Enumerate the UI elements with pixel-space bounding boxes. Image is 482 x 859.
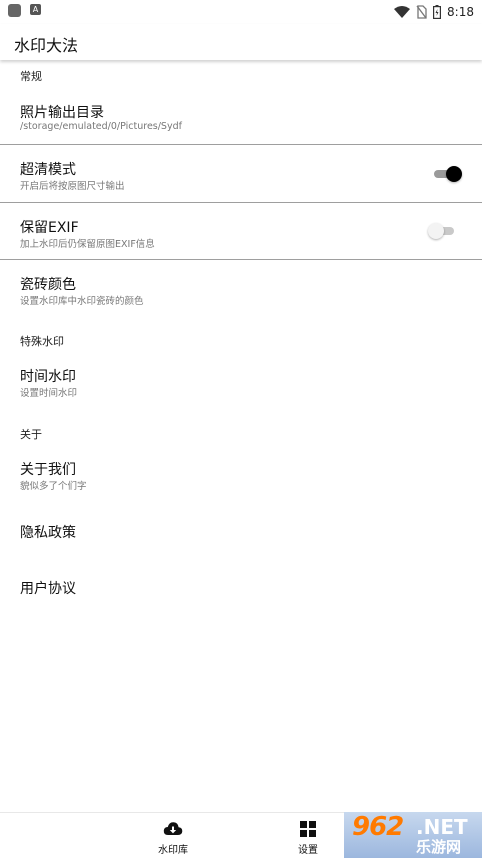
pref-keep-exif[interactable]: 保留EXIF 加上水印后仍保留原图EXIF信息: [0, 203, 482, 259]
settings-list[interactable]: 常规 照片输出目录 /storage/emulated/0/Pictures/S…: [0, 60, 482, 812]
tab-settings[interactable]: 设置: [268, 813, 348, 859]
pref-title: 保留EXIF: [20, 220, 79, 236]
category-general: 常规: [20, 70, 42, 83]
pref-photo-output-dir[interactable]: 照片输出目录 /storage/emulated/0/Pictures/Sydf: [0, 88, 482, 144]
switch-thumb: [446, 166, 462, 182]
a-notification-icon: A: [30, 4, 41, 15]
pref-summary: 开启后将按原图尺寸输出: [20, 181, 125, 192]
grid-icon: [300, 821, 316, 837]
pref-hd-mode[interactable]: 超清模式 开启后将按原图尺寸输出: [0, 145, 482, 202]
pref-title: 照片输出目录: [20, 105, 104, 121]
tab-watermark-library[interactable]: 水印库: [133, 813, 213, 859]
pref-title: 时间水印: [20, 369, 76, 385]
clock: 8:18: [447, 5, 474, 19]
app-bar: 水印大法: [0, 24, 482, 60]
pref-title: 超清模式: [20, 162, 76, 178]
battery-icon: [433, 5, 442, 19]
pref-user-agreement[interactable]: 用户协议: [0, 562, 482, 612]
category-about: 关于: [20, 428, 42, 441]
pref-about-us[interactable]: 关于我们 貌似多了个们字: [0, 446, 482, 502]
tab-label: 设置: [298, 845, 318, 856]
pref-summary: 设置水印库中水印瓷砖的颜色: [20, 296, 144, 307]
cloud-download-icon: [163, 822, 183, 835]
pref-summary: 设置时间水印: [20, 388, 78, 399]
hd-mode-switch[interactable]: [434, 164, 462, 184]
pref-time-watermark[interactable]: 时间水印 设置时间水印: [0, 352, 482, 408]
page-title: 水印大法: [14, 36, 79, 55]
keep-exif-switch[interactable]: [428, 221, 456, 241]
no-sim-icon: [416, 5, 427, 19]
watermark-number: 962: [352, 812, 404, 842]
pref-title: 用户协议: [20, 581, 76, 597]
status-icons: 8:18: [394, 3, 474, 21]
pref-summary: 貌似多了个们字: [20, 481, 87, 492]
pref-summary: 加上水印后仍保留原图EXIF信息: [20, 239, 155, 250]
app-notification-icon: [8, 4, 21, 17]
category-special-watermark: 特殊水印: [20, 335, 64, 348]
pref-tile-color[interactable]: 瓷砖颜色 设置水印库中水印瓷砖的颜色: [0, 260, 482, 316]
tab-label: 水印库: [158, 845, 188, 856]
pref-privacy-policy[interactable]: 隐私政策: [0, 506, 482, 556]
pref-title: 关于我们: [20, 462, 76, 478]
site-watermark-logo: 962 .NET 乐游网: [344, 812, 482, 858]
status-bar: A 8:18: [0, 0, 482, 24]
watermark-name: 乐游网: [416, 838, 462, 856]
switch-thumb: [428, 223, 444, 239]
pref-summary: /storage/emulated/0/Pictures/Sydf: [20, 121, 182, 132]
pref-title: 瓷砖颜色: [20, 277, 76, 293]
pref-title: 隐私政策: [20, 525, 76, 541]
wifi-icon: [394, 6, 411, 18]
